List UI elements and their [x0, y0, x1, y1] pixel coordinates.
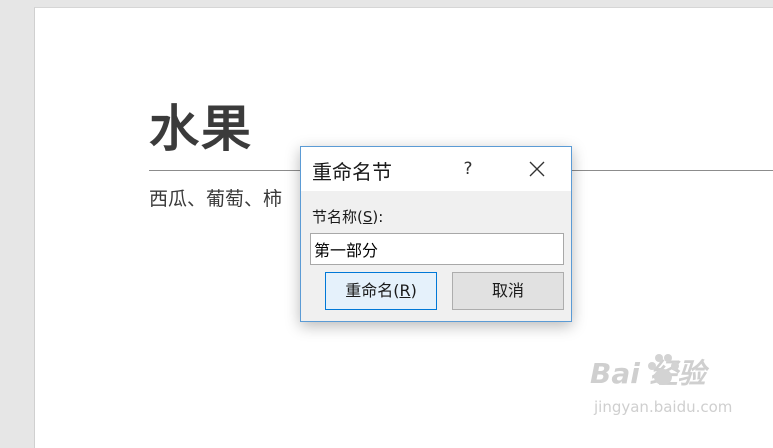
dialog-title: 重命名节 [312, 160, 392, 184]
paw-icon [648, 354, 679, 385]
close-icon [529, 161, 545, 177]
dialog-title-bar: 重命名节 ? [301, 147, 571, 191]
help-button[interactable]: ? [455, 156, 481, 182]
rename-section-dialog: 重命名节 ? 节名称(S): 重命名(R) 取消 [300, 146, 572, 322]
section-name-input[interactable] [310, 233, 564, 265]
document-body-text: 西瓜、葡萄、柿 [149, 188, 283, 210]
rename-button[interactable]: 重命名(R) [325, 272, 437, 310]
document-heading: 水果 [149, 100, 253, 158]
section-name-label: 节名称(S): [312, 208, 384, 226]
close-button[interactable] [523, 155, 551, 183]
baidu-watermark: Bai 经验 jingyan.baidu.com [590, 352, 740, 422]
cancel-button[interactable]: 取消 [452, 272, 564, 310]
watermark-url: jingyan.baidu.com [594, 398, 733, 416]
